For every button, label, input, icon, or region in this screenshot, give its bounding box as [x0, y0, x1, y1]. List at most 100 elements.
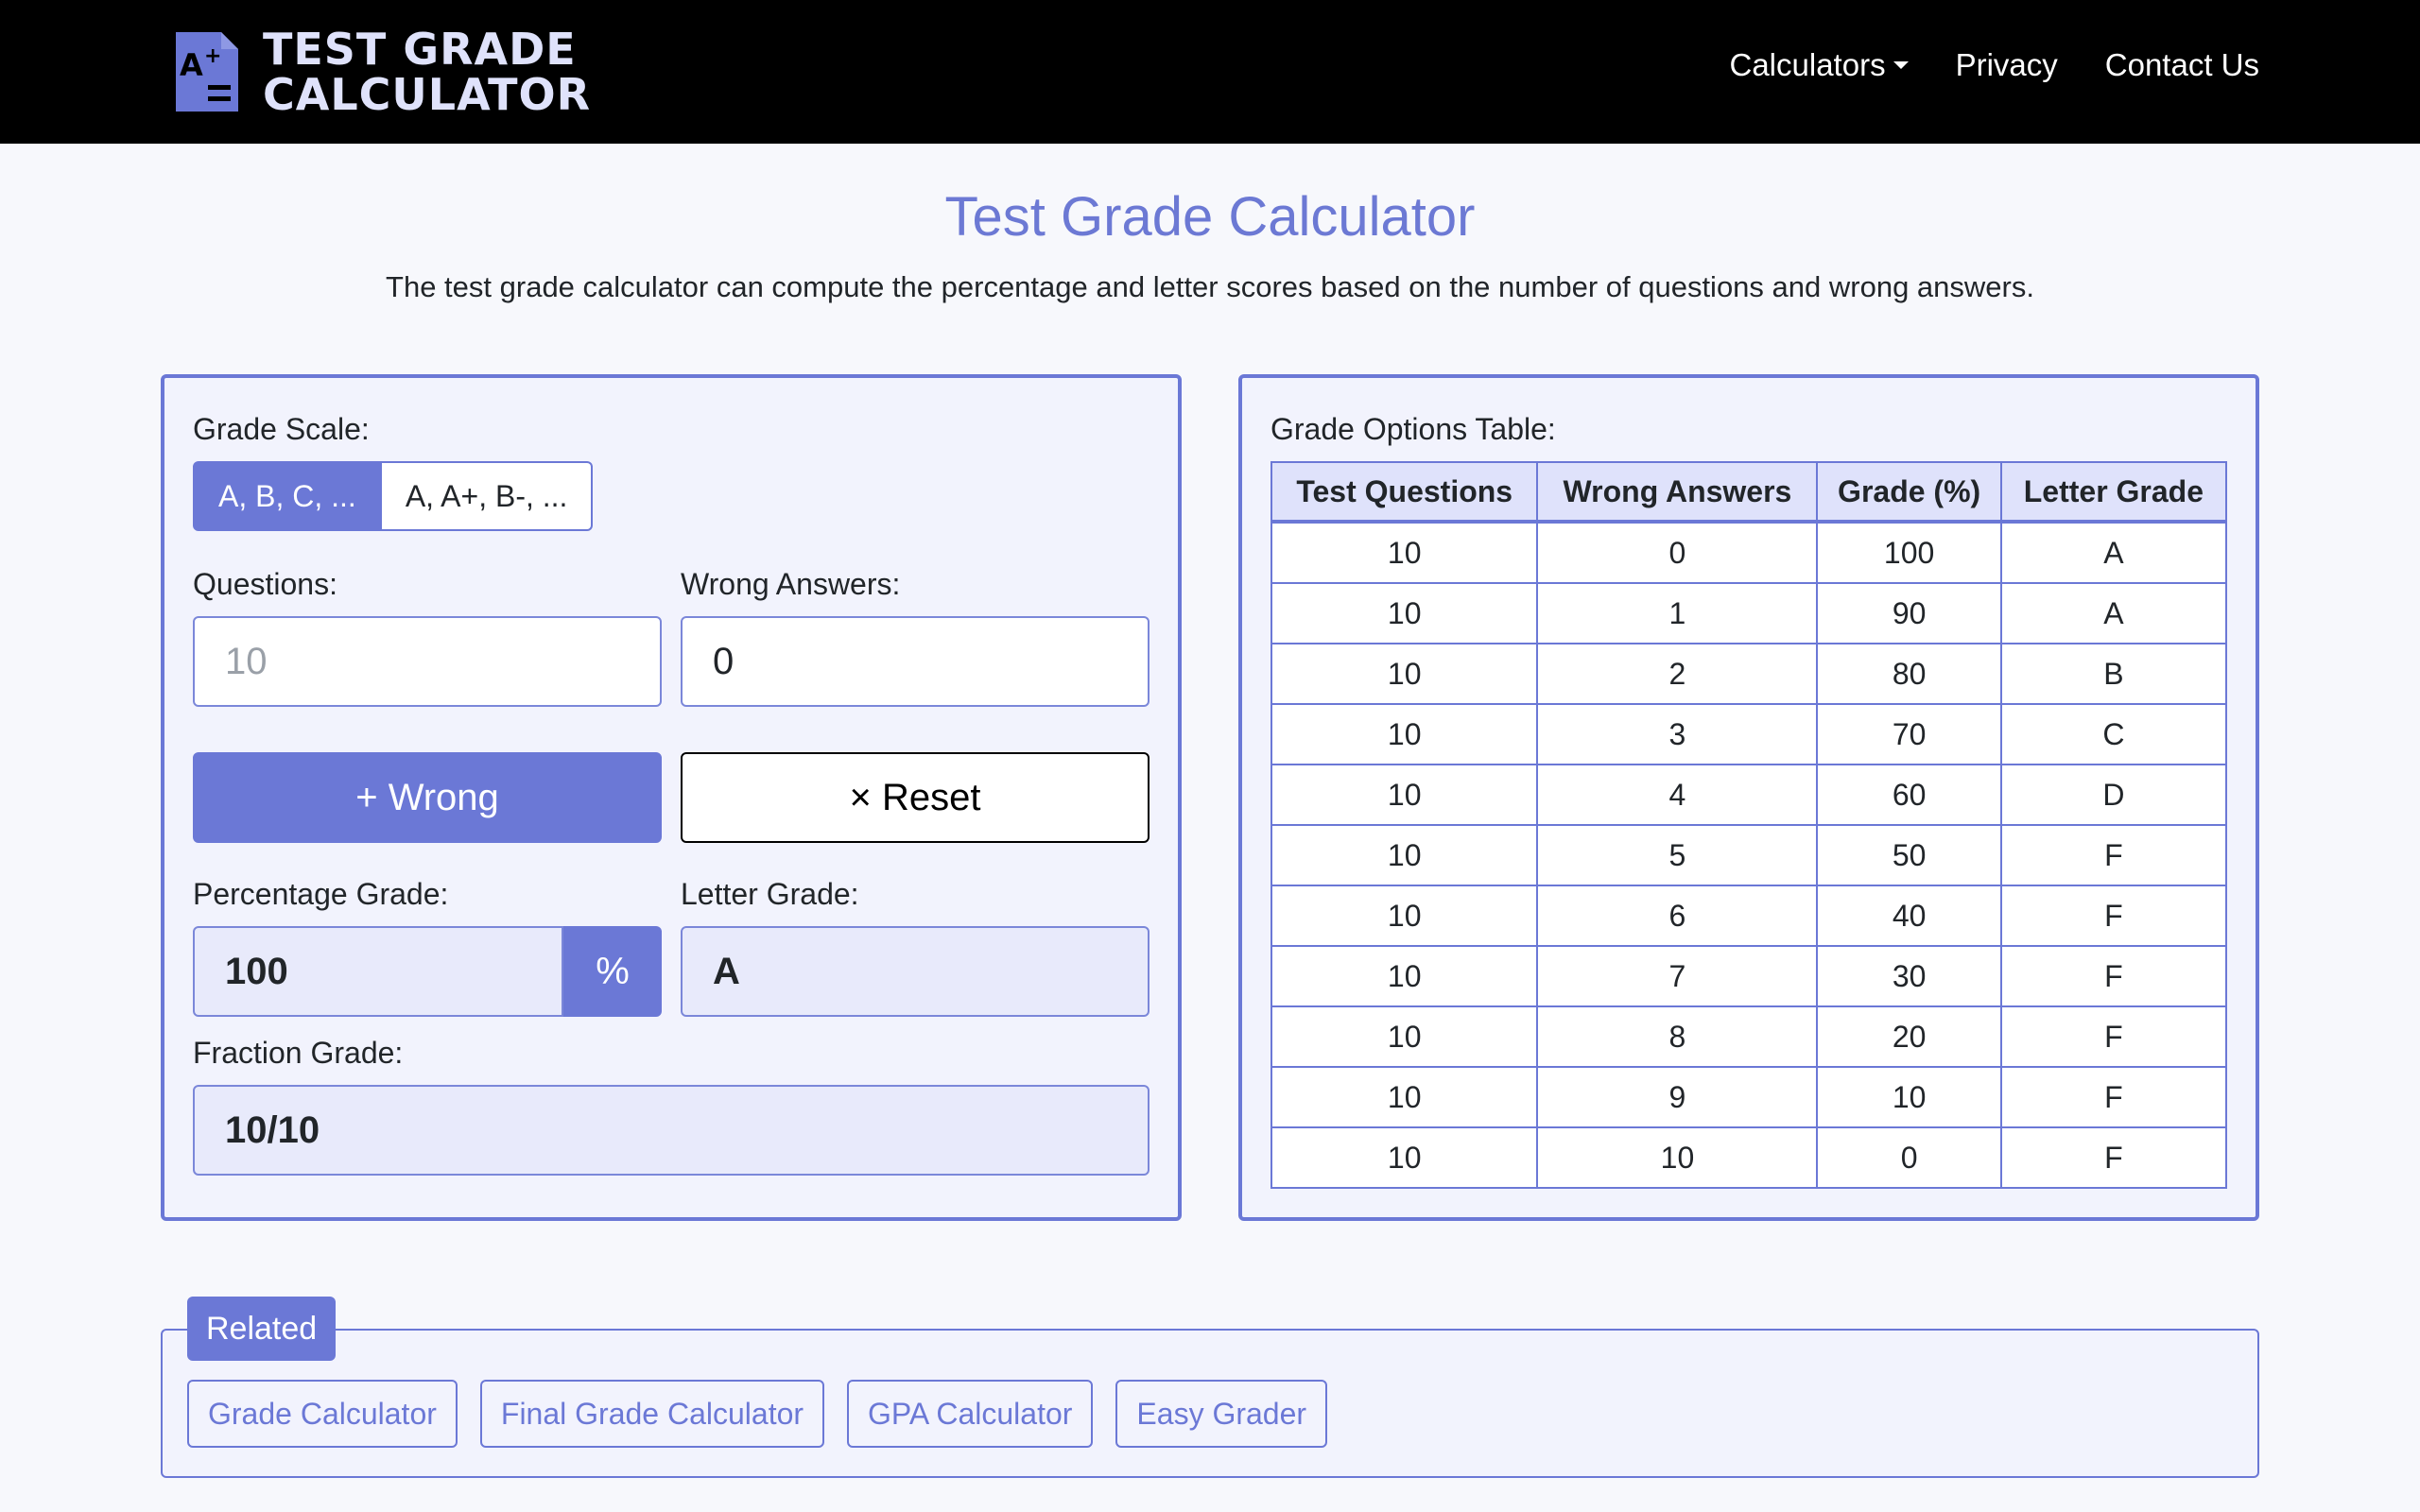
table-cell: 70 — [1816, 703, 2002, 765]
table-row: 10 10 0 F — [1270, 1126, 2228, 1189]
logo-line-1: TEST GRADE — [263, 24, 577, 75]
table-cell: 10 — [1270, 885, 1539, 947]
table-cell: 5 — [1536, 824, 1819, 886]
table-cell: 2 — [1536, 643, 1819, 705]
grade-options-table: Test Questions Wrong Answers Grade (%) L… — [1270, 461, 2228, 1189]
calculator-card: Grade Scale: A, B, C, ... A, A+, B-, ...… — [161, 374, 1182, 1221]
navbar: A + TEST GRADE CALCULATOR Calculators Pr… — [0, 0, 2420, 144]
table-cell: 80 — [1816, 643, 2002, 705]
related-link-grade-calculator[interactable]: Grade Calculator — [187, 1380, 458, 1448]
table-row: 10 0 100 A — [1270, 521, 2228, 584]
table-cell: A — [1999, 582, 2228, 644]
nav-links: Calculators Privacy Contact Us — [1730, 47, 2260, 83]
table-cell: 10 — [1270, 1126, 1539, 1189]
table-row: 10 7 30 F — [1270, 945, 2228, 1007]
table-cell: 4 — [1536, 764, 1819, 826]
table-cell: 8 — [1536, 1005, 1819, 1068]
svg-text:+: + — [204, 44, 221, 68]
table-cell: 10 — [1536, 1126, 1819, 1189]
letter-grade-output: A — [681, 926, 1150, 1017]
table-cell: 10 — [1270, 945, 1539, 1007]
wrong-answers-label: Wrong Answers: — [681, 567, 901, 601]
table-cell: 60 — [1816, 764, 2002, 826]
table-cell: F — [1999, 1066, 2228, 1128]
grade-scale-toggle: A, B, C, ... A, A+, B-, ... — [193, 461, 594, 531]
table-cell: 10 — [1270, 764, 1539, 826]
table-cell: 3 — [1536, 703, 1819, 765]
table-body: 10 0 100 A 10 1 90 A 10 2 80 B 10 3 70 C 10 4 60 D 10 5 50 F 10 6… — [1270, 521, 2228, 1189]
percent-sign-addon: % — [563, 926, 662, 1017]
column-header: Wrong Answers — [1536, 461, 1819, 524]
letter-grade-label: Letter Grade: — [681, 877, 859, 911]
scale-option-basic[interactable]: A, B, C, ... — [193, 461, 382, 531]
scale-option-plus-minus[interactable]: A, A+, B-, ... — [381, 461, 594, 531]
nav-calculators-label: Calculators — [1729, 47, 1886, 82]
column-header: Grade (%) — [1816, 461, 2002, 524]
table-cell: 6 — [1536, 885, 1819, 947]
table-row: 10 3 70 C — [1270, 703, 2228, 765]
nav-privacy-link[interactable]: Privacy — [1956, 47, 2058, 83]
logo-line-2: CALCULATOR — [263, 69, 592, 120]
table-cell: 10 — [1270, 582, 1539, 644]
nav-contact-link[interactable]: Contact Us — [2105, 47, 2259, 83]
table-row: 10 5 50 F — [1270, 824, 2228, 886]
table-cell: A — [1999, 521, 2228, 584]
wrong-answers-input[interactable]: 0 — [681, 616, 1150, 707]
site-logo[interactable]: A + TEST GRADE CALCULATOR — [172, 26, 591, 117]
column-header: Letter Grade — [1999, 461, 2228, 524]
table-cell: 10 — [1270, 521, 1539, 584]
grade-scale-label: Grade Scale: — [193, 412, 370, 446]
table-cell: F — [1999, 824, 2228, 886]
table-cell: 10 — [1270, 703, 1539, 765]
table-cell: 90 — [1816, 582, 2002, 644]
fraction-grade-output: 10/10 — [193, 1085, 1150, 1176]
logo-text: TEST GRADE CALCULATOR — [263, 26, 591, 117]
table-cell: F — [1999, 1005, 2228, 1068]
related-tag: Related — [187, 1297, 337, 1361]
table-row: 10 2 80 B — [1270, 643, 2228, 705]
table-header-row: Test Questions Wrong Answers Grade (%) L… — [1270, 461, 2228, 524]
table-cell: 10 — [1270, 643, 1539, 705]
table-cell: 0 — [1536, 521, 1819, 584]
table-row: 10 9 10 F — [1270, 1066, 2228, 1128]
table-row: 10 4 60 D — [1270, 764, 2228, 826]
table-row: 10 1 90 A — [1270, 582, 2228, 644]
table-cell: 40 — [1816, 885, 2002, 947]
grade-document-icon: A + — [176, 32, 238, 112]
percentage-grade-label: Percentage Grade: — [193, 877, 449, 911]
table-cell: 9 — [1536, 1066, 1819, 1128]
table-cell: 100 — [1816, 521, 2002, 584]
table-cell: 1 — [1536, 582, 1819, 644]
table-cell: 10 — [1816, 1066, 2002, 1128]
column-header: Test Questions — [1270, 461, 1539, 524]
page-title: Test Grade Calculator — [944, 186, 1476, 248]
table-row: 10 6 40 F — [1270, 885, 2228, 947]
related-link-final-grade-calculator[interactable]: Final Grade Calculator — [479, 1380, 825, 1448]
grade-options-label: Grade Options Table: — [1270, 412, 1556, 446]
table-cell: F — [1999, 945, 2228, 1007]
add-wrong-button[interactable]: + Wrong — [193, 752, 662, 843]
table-cell: F — [1999, 1126, 2228, 1189]
fraction-grade-label: Fraction Grade: — [193, 1036, 404, 1070]
related-links: Grade Calculator Final Grade Calculator … — [187, 1380, 1328, 1448]
related-link-easy-grader[interactable]: Easy Grader — [1115, 1380, 1328, 1448]
table-cell: D — [1999, 764, 2228, 826]
table-cell: 10 — [1270, 1005, 1539, 1068]
table-row: 10 8 20 F — [1270, 1005, 2228, 1068]
related-link-gpa-calculator[interactable]: GPA Calculator — [847, 1380, 1094, 1448]
reset-button[interactable]: × Reset — [681, 752, 1150, 843]
table-cell: C — [1999, 703, 2228, 765]
questions-input[interactable]: 10 — [193, 616, 662, 707]
table-cell: 10 — [1270, 1066, 1539, 1128]
table-cell: F — [1999, 885, 2228, 947]
table-cell: 20 — [1816, 1005, 2002, 1068]
table-cell: 30 — [1816, 945, 2002, 1007]
table-cell: 0 — [1816, 1126, 2002, 1189]
nav-calculators-dropdown[interactable]: Calculators — [1730, 47, 1909, 83]
table-cell: 50 — [1816, 824, 2002, 886]
table-cell: B — [1999, 643, 2228, 705]
caret-down-icon — [1893, 61, 1909, 69]
grade-options-card: Grade Options Table: Test Questions Wron… — [1238, 374, 2259, 1221]
questions-label: Questions: — [193, 567, 337, 601]
percentage-grade-output: 100 — [193, 926, 563, 1017]
